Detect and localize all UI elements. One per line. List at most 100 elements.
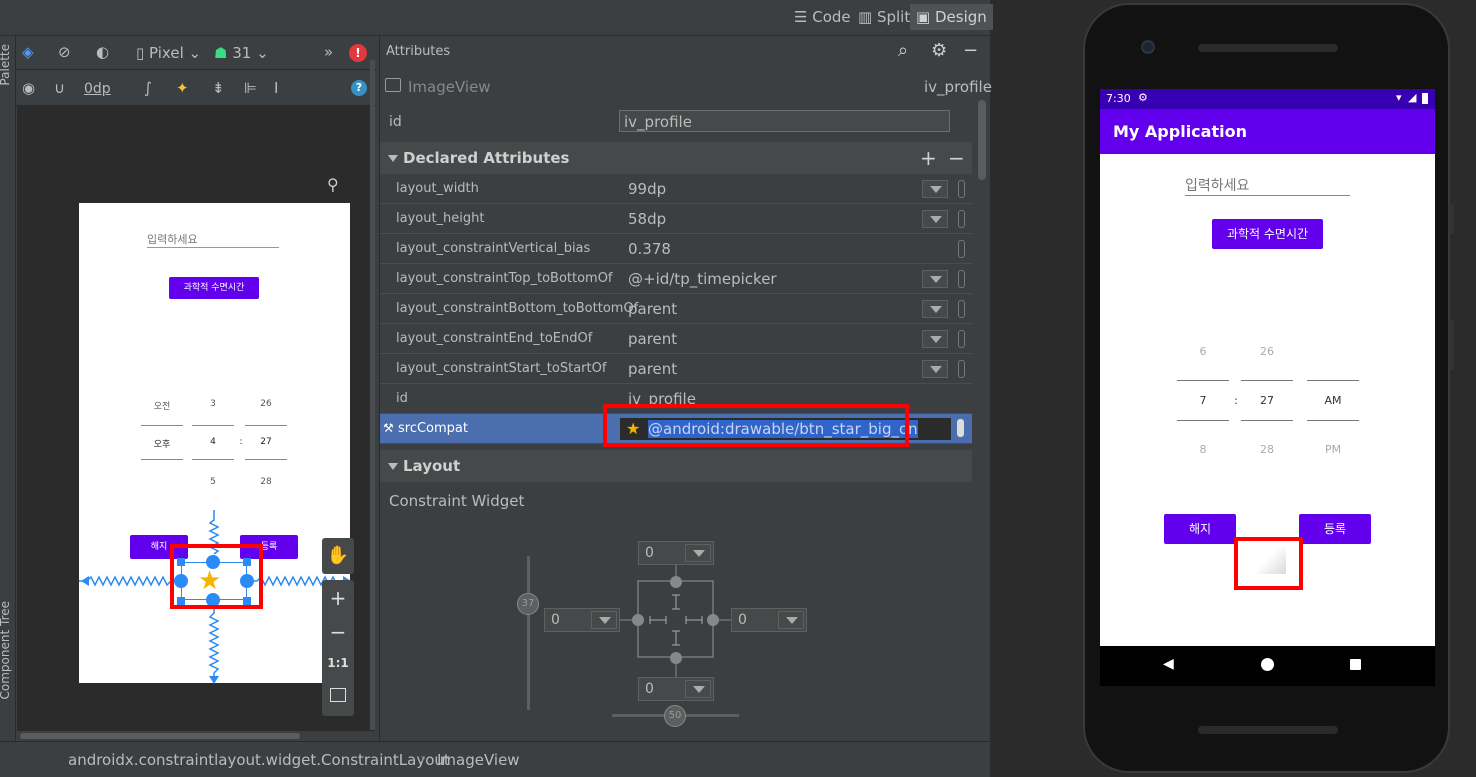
device-dropdown[interactable]: ▯ Pixel ⌄ (136, 43, 201, 63)
resource-picker-icon[interactable] (958, 180, 965, 198)
chevron-down-icon[interactable] (922, 180, 948, 198)
layout-section-header[interactable]: Layout (380, 450, 972, 482)
attribute-row[interactable]: layout_height 58dp (380, 204, 972, 234)
edittext-hint[interactable]: 입력하세요 (1185, 175, 1249, 195)
attribute-row[interactable]: layout_constraintStart_toStartOf parent (380, 354, 972, 384)
attribute-row[interactable]: layout_constraintBottom_toBottomOf parent (380, 294, 972, 324)
remove-attribute-icon[interactable]: − (948, 142, 965, 174)
picker-ampm-selected[interactable]: AM (1307, 394, 1359, 407)
orientation-icon[interactable]: ⊘ (58, 42, 71, 62)
split-mode-button[interactable]: ▥ Split (852, 4, 916, 30)
cancel-button[interactable]: 해지 (1164, 514, 1236, 544)
layers-icon[interactable]: ◈ (22, 42, 34, 62)
picker-min-selected[interactable]: 27 (1241, 394, 1293, 407)
zoom-fit-icon[interactable] (330, 688, 346, 702)
gear-icon[interactable]: ⚙ (931, 40, 947, 61)
left-margin-dropdown[interactable]: 0 (544, 608, 620, 632)
attr-name: srcCompat (398, 421, 468, 436)
sleep-time-button[interactable]: 과학적 수면시간 (1212, 219, 1323, 249)
preview-sleep-button[interactable]: 과학적 수면시간 (169, 277, 259, 299)
resource-picker-icon[interactable] (958, 300, 965, 318)
preview-edittext[interactable]: 입력하세요 (147, 231, 247, 247)
home-icon[interactable] (1261, 658, 1274, 671)
id-input[interactable]: iv_profile (619, 110, 950, 132)
app-title: My Application (1113, 122, 1247, 141)
register-button[interactable]: 등록 (1299, 514, 1371, 544)
recents-icon[interactable] (1350, 659, 1361, 670)
help-icon[interactable]: ? (351, 80, 367, 96)
chevron-down-icon[interactable] (922, 270, 948, 288)
pan-hand-icon[interactable]: ✋ (322, 538, 354, 574)
chevron-down-icon[interactable] (685, 680, 711, 698)
clear-constraints-icon[interactable]: ∫ (144, 78, 152, 98)
picker-hour-selected[interactable]: 7 (1177, 394, 1229, 407)
resource-picker-icon[interactable] (958, 330, 965, 348)
zoom-in-icon[interactable]: + (322, 586, 354, 610)
resource-picker-icon[interactable] (957, 419, 964, 437)
zoom-out-icon[interactable]: − (322, 620, 354, 644)
attribute-row[interactable]: layout_constraintTop_toBottomOf @+id/tp_t… (380, 264, 972, 294)
align-icon[interactable]: ⊫ (244, 78, 257, 98)
resource-picker-icon[interactable] (958, 360, 965, 378)
pack-icon[interactable]: ⇟ (212, 78, 225, 98)
component-tree-tab[interactable]: Component Tree (0, 601, 12, 699)
resource-picker-icon[interactable] (958, 210, 965, 228)
resource-picker-icon[interactable] (958, 240, 965, 258)
attribute-row[interactable]: layout_width 99dp (380, 174, 972, 204)
palette-tab[interactable]: Palette (0, 44, 12, 86)
right-margin-dropdown[interactable]: 0 (731, 608, 807, 632)
power-button[interactable] (1449, 320, 1454, 370)
attribute-row[interactable]: layout_constraintEnd_toEndOf parent (380, 324, 972, 354)
chevron-down-icon[interactable] (922, 300, 948, 318)
chevron-down-icon[interactable] (591, 611, 617, 629)
vertical-bias-thumb[interactable]: 37 (517, 593, 539, 615)
bottom-margin-dropdown[interactable]: 0 (638, 677, 714, 701)
error-icon[interactable]: ! (349, 44, 367, 62)
attr-value[interactable]: 0.378 (628, 234, 671, 264)
device-label: Pixel (149, 44, 184, 62)
default-margin-field[interactable]: 0dp (84, 79, 111, 99)
chevron-down-icon[interactable] (922, 360, 948, 378)
attribute-row[interactable]: layout_constraintVertical_bias 0.378 (380, 234, 972, 264)
api-dropdown[interactable]: ☗ 31 ⌄ (214, 43, 269, 63)
app-bar: My Application (1100, 109, 1435, 154)
code-mode-button[interactable]: ☰ Code (788, 4, 857, 30)
horizontal-scrollbar[interactable] (20, 733, 300, 739)
attr-value[interactable]: parent (628, 294, 677, 324)
breadcrumb-child[interactable]: ImageView (437, 751, 520, 769)
highlight-box-srccompat (603, 404, 909, 447)
magnet-icon[interactable]: ∪ (54, 78, 65, 98)
attr-value[interactable]: parent (628, 324, 677, 354)
wrench-icon[interactable]: ⚲ (327, 175, 339, 194)
horizontal-bias-thumb[interactable]: 50 (664, 705, 686, 727)
back-icon[interactable]: ◀ (1163, 656, 1174, 672)
design-mode-button[interactable]: ▣ Design (910, 4, 993, 30)
chevron-down-icon[interactable] (778, 611, 804, 629)
panel-scrollbar[interactable] (978, 100, 986, 180)
guidelines-icon[interactable]: Ι (274, 78, 278, 98)
resource-picker-icon[interactable] (958, 270, 965, 288)
design-toolbar: ◈ ⊘ ◐ ▯ Pixel ⌄ ☗ 31 ⌄ » ! (16, 36, 376, 70)
attr-value[interactable]: parent (628, 354, 677, 384)
chevron-down-icon[interactable] (922, 330, 948, 348)
attr-value[interactable]: 58dp (628, 204, 666, 234)
zoom-1to1-button[interactable]: 1:1 (322, 656, 354, 670)
attr-value[interactable]: @+id/tp_timepicker (628, 264, 777, 294)
overflow-icon[interactable]: » (324, 42, 333, 62)
search-icon[interactable]: ⌕ (898, 40, 908, 61)
eye-icon[interactable]: ◉ (22, 78, 35, 98)
chevron-down-icon[interactable] (685, 544, 711, 562)
add-attribute-icon[interactable]: + (920, 142, 937, 174)
attr-value[interactable]: 99dp (628, 174, 666, 204)
declared-attributes-header[interactable]: Declared Attributes + − (380, 142, 972, 174)
attr-name: layout_width (396, 181, 479, 196)
night-mode-icon[interactable]: ◐ (96, 42, 109, 62)
top-margin-dropdown[interactable]: 0 (638, 541, 714, 565)
chevron-down-icon[interactable] (922, 210, 948, 228)
infer-constraints-icon[interactable]: ✦ (176, 78, 189, 98)
vertical-divider[interactable] (370, 60, 375, 730)
vertical-bias-slider[interactable] (527, 556, 530, 710)
breadcrumb-parent[interactable]: androidx.constraintlayout.widget.Constra… (68, 751, 450, 769)
minimize-icon[interactable]: − (963, 40, 978, 61)
volume-button[interactable] (1449, 204, 1454, 234)
